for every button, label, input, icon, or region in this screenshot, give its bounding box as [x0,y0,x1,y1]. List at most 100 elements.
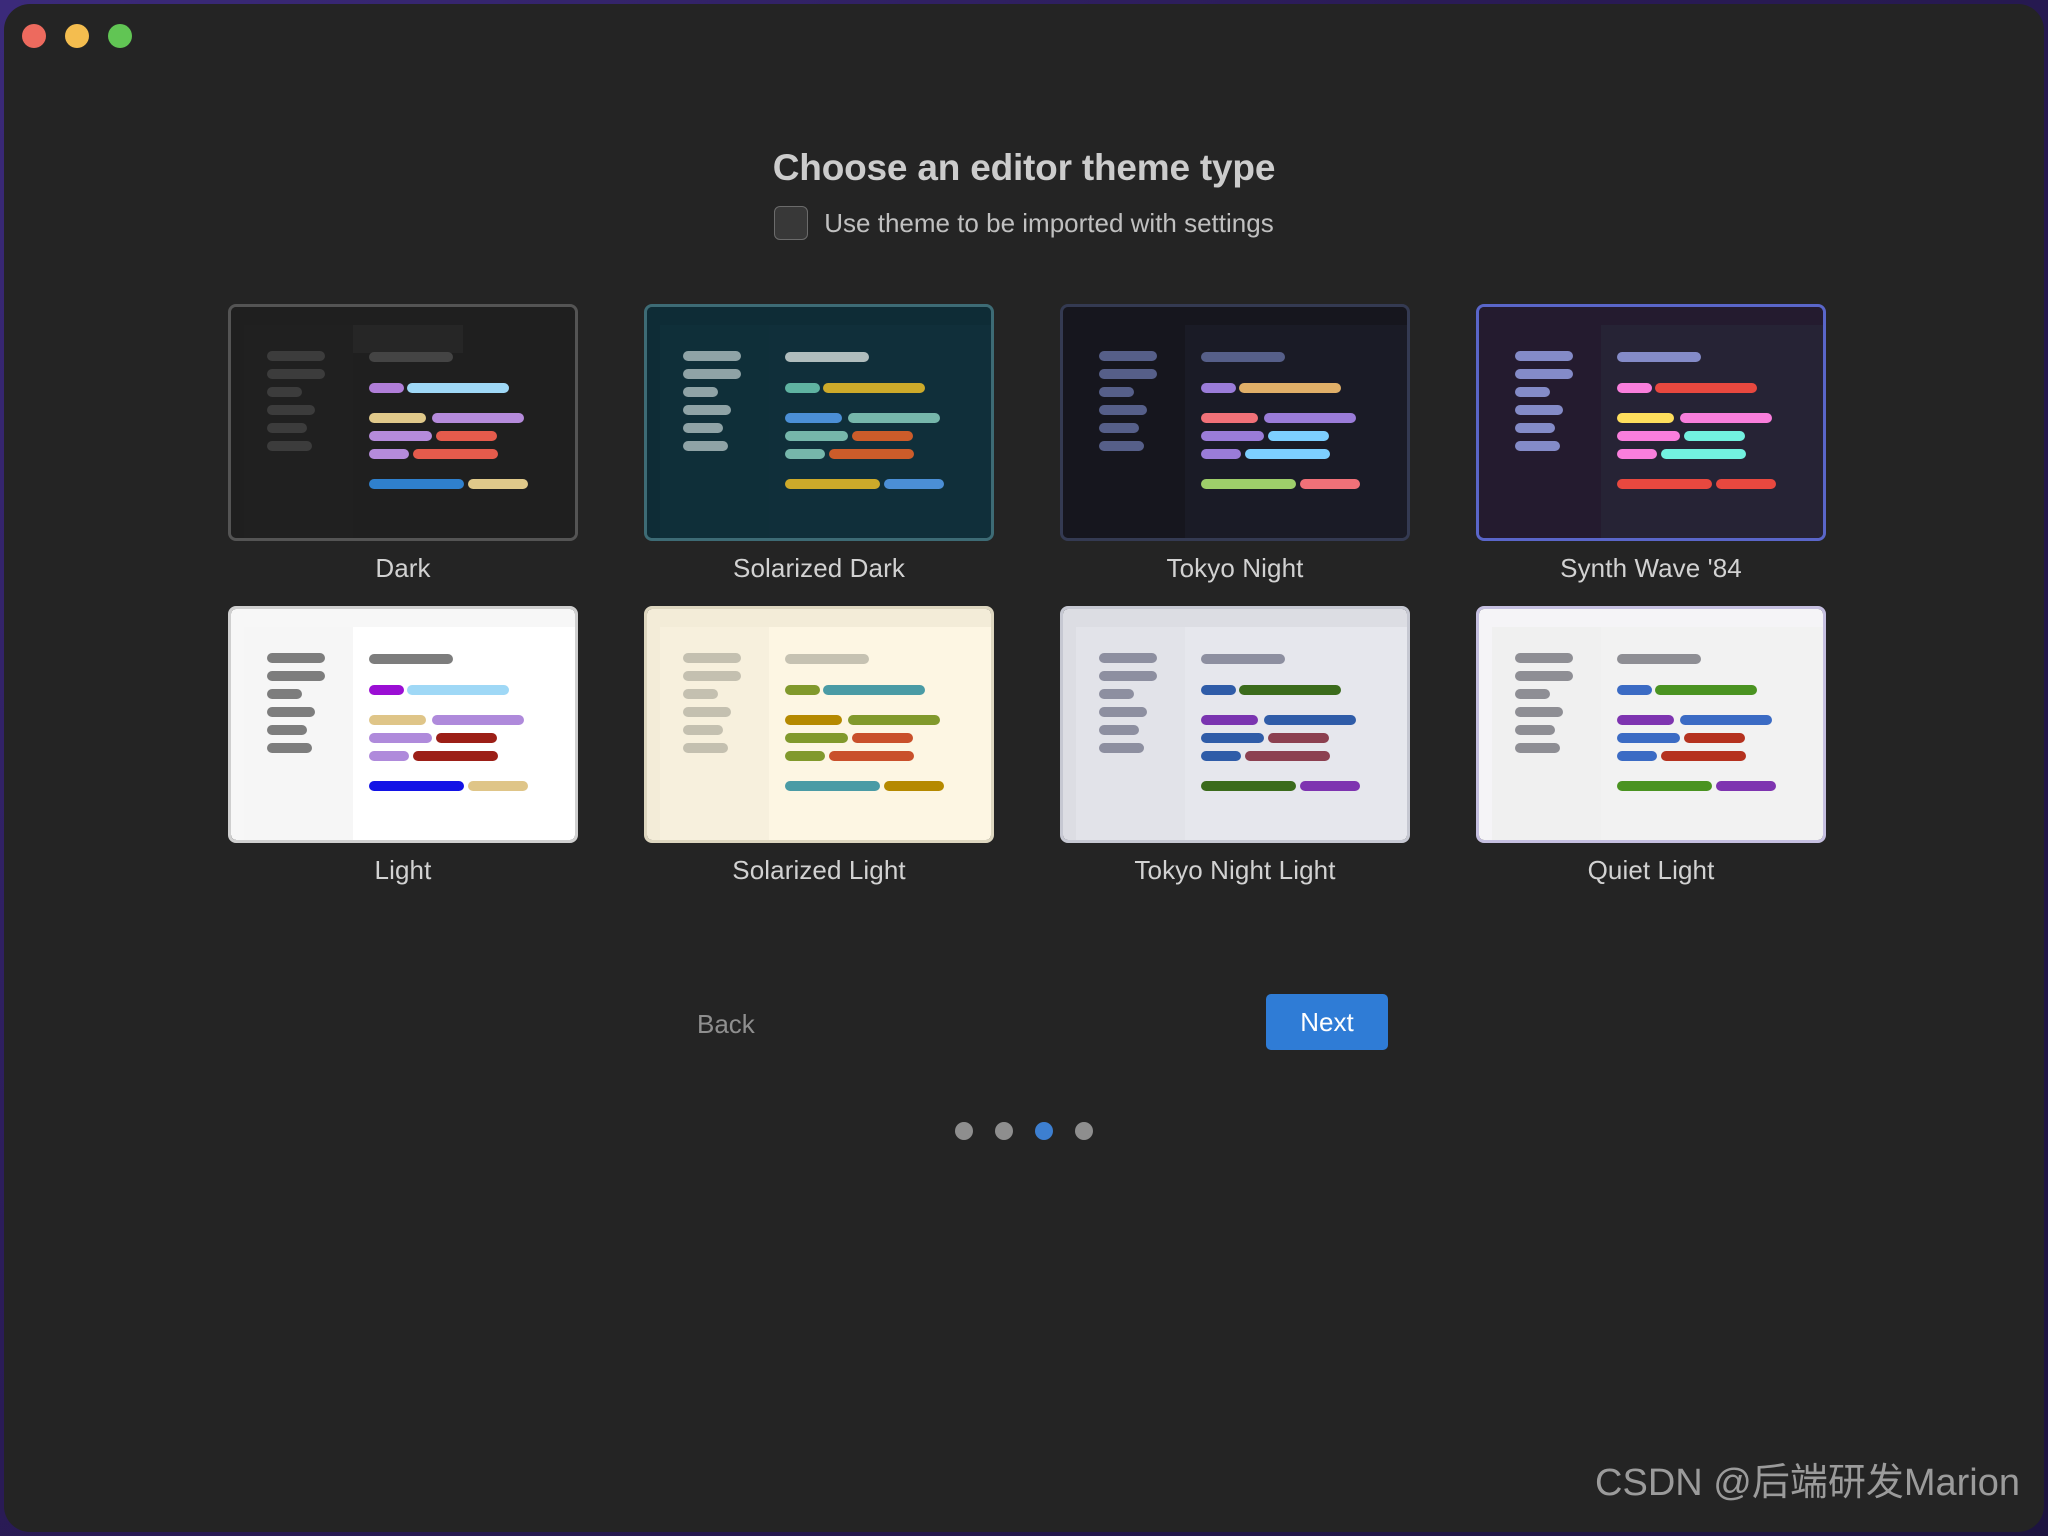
theme-preview[interactable] [644,304,994,541]
mock-code-token-4-1 [369,751,409,761]
theme-preview[interactable] [228,606,578,843]
mock-titlebar [231,307,575,325]
import-theme-row[interactable]: Use theme to be imported with settings [4,206,2044,240]
mock-code-token-5-2 [1716,781,1776,791]
mock-code-token-1-1 [1617,383,1652,393]
step-indicator [4,1122,2044,1140]
theme-preview[interactable] [1060,606,1410,843]
mock-sidebar-item-2 [1099,369,1157,379]
mock-titlebar [1479,307,1823,325]
mock-sidebar-item-1 [1099,653,1157,663]
mock-code-token-3-1 [1201,733,1264,743]
theme-preview[interactable] [228,304,578,541]
theme-card-tokyo-night[interactable]: Tokyo Night [1060,304,1410,584]
mock-sidebar-item-6 [683,743,728,753]
theme-card-solarized-dark[interactable]: Solarized Dark [644,304,994,584]
use-imported-theme-checkbox[interactable] [774,206,809,240]
mock-code-token-5-1 [785,781,880,791]
mock-sidebar-item-4 [1515,405,1563,415]
mock-activitybar [1063,325,1076,538]
mock-tab-label [369,352,453,362]
theme-label: Solarized Light [732,855,906,885]
mock-sidebar-item-3 [1515,387,1550,397]
mock-sidebar [1492,325,1601,538]
mock-sidebar-item-3 [267,689,302,699]
mock-code-token-1-2 [1239,685,1341,695]
mock-code-token-2-2 [848,715,940,725]
next-button[interactable]: Next [1266,994,1388,1050]
mock-code-token-1-1 [369,685,404,695]
mock-code-token-3-1 [785,431,848,441]
theme-preview-mock [1063,609,1407,840]
mock-sidebar-item-2 [1099,671,1157,681]
mock-titlebar [647,307,991,325]
theme-card-synth-wave-84[interactable]: Synth Wave '84 [1476,304,1826,584]
step-dot-3[interactable] [1035,1122,1053,1140]
minimize-button-icon[interactable] [65,24,89,48]
theme-label: Tokyo Night [1166,553,1304,583]
mock-code-token-2-1 [1201,413,1258,423]
mock-code-token-5-1 [1201,479,1296,489]
theme-grid: Dark Solarized Dark Tokyo Night Synth Wave … [228,304,1828,886]
mock-sidebar-item-2 [1515,369,1573,379]
mock-code-token-2-2 [432,715,524,725]
mock-activitybar [1479,627,1492,840]
mock-titlebar [231,609,575,627]
mock-editor [1185,325,1407,538]
mock-sidebar-item-5 [1515,725,1555,735]
mock-sidebar-item-6 [683,441,728,451]
mock-code-token-3-1 [369,733,432,743]
mock-activitybar [1479,325,1492,538]
mock-activitybar [647,627,660,840]
mock-code-token-2-1 [785,715,842,725]
step-dot-4[interactable] [1075,1122,1093,1140]
mock-sidebar-item-3 [683,387,718,397]
mock-code-token-4-1 [1617,751,1657,761]
step-dot-1[interactable] [955,1122,973,1140]
mock-sidebar-item-1 [683,351,741,361]
mock-editor [353,325,575,538]
mock-code-token-4-2 [1661,449,1746,459]
theme-card-tokyo-night-light[interactable]: Tokyo Night Light [1060,606,1410,886]
mock-sidebar-item-2 [267,671,325,681]
mock-code-token-5-1 [369,479,464,489]
theme-preview[interactable] [1476,304,1826,541]
theme-preview[interactable] [1060,304,1410,541]
theme-preview-mock [231,609,575,840]
back-button[interactable]: Back [697,1009,755,1040]
theme-preview[interactable] [1476,606,1826,843]
mock-code-token-3-2 [1684,431,1745,441]
mock-code-token-5-2 [468,479,528,489]
mock-code-token-1-1 [1201,383,1236,393]
use-imported-theme-label: Use theme to be imported with settings [824,207,1274,238]
mock-tab-label [785,654,869,664]
mock-sidebar-item-1 [683,653,741,663]
theme-card-light[interactable]: Light [228,606,578,886]
mock-sidebar [1492,627,1601,840]
step-dot-2[interactable] [995,1122,1013,1140]
theme-preview[interactable] [644,606,994,843]
mock-active-tab [353,627,463,655]
mock-titlebar [1479,609,1823,627]
theme-label: Solarized Dark [733,553,905,583]
mock-sidebar-item-4 [1099,405,1147,415]
mock-sidebar [1076,325,1185,538]
mock-code-token-4-2 [413,751,498,761]
theme-card-solarized-light[interactable]: Solarized Light [644,606,994,886]
zoom-button-icon[interactable] [108,24,132,48]
mock-sidebar-item-5 [267,423,307,433]
mock-code-token-3-1 [369,431,432,441]
mock-code-token-5-1 [1617,479,1712,489]
mock-editor [353,627,575,840]
mock-code-token-1-2 [1655,383,1757,393]
mock-sidebar [660,325,769,538]
mock-sidebar-item-3 [1099,689,1134,699]
mock-code-token-2-1 [1617,715,1674,725]
mock-sidebar-item-6 [1515,743,1560,753]
theme-card-quiet-light[interactable]: Quiet Light [1476,606,1826,886]
close-button-icon[interactable] [22,24,46,48]
mock-code-token-1-1 [1201,685,1236,695]
mock-code-token-1-2 [407,383,509,393]
mock-titlebar [647,609,991,627]
theme-card-dark[interactable]: Dark [228,304,578,584]
